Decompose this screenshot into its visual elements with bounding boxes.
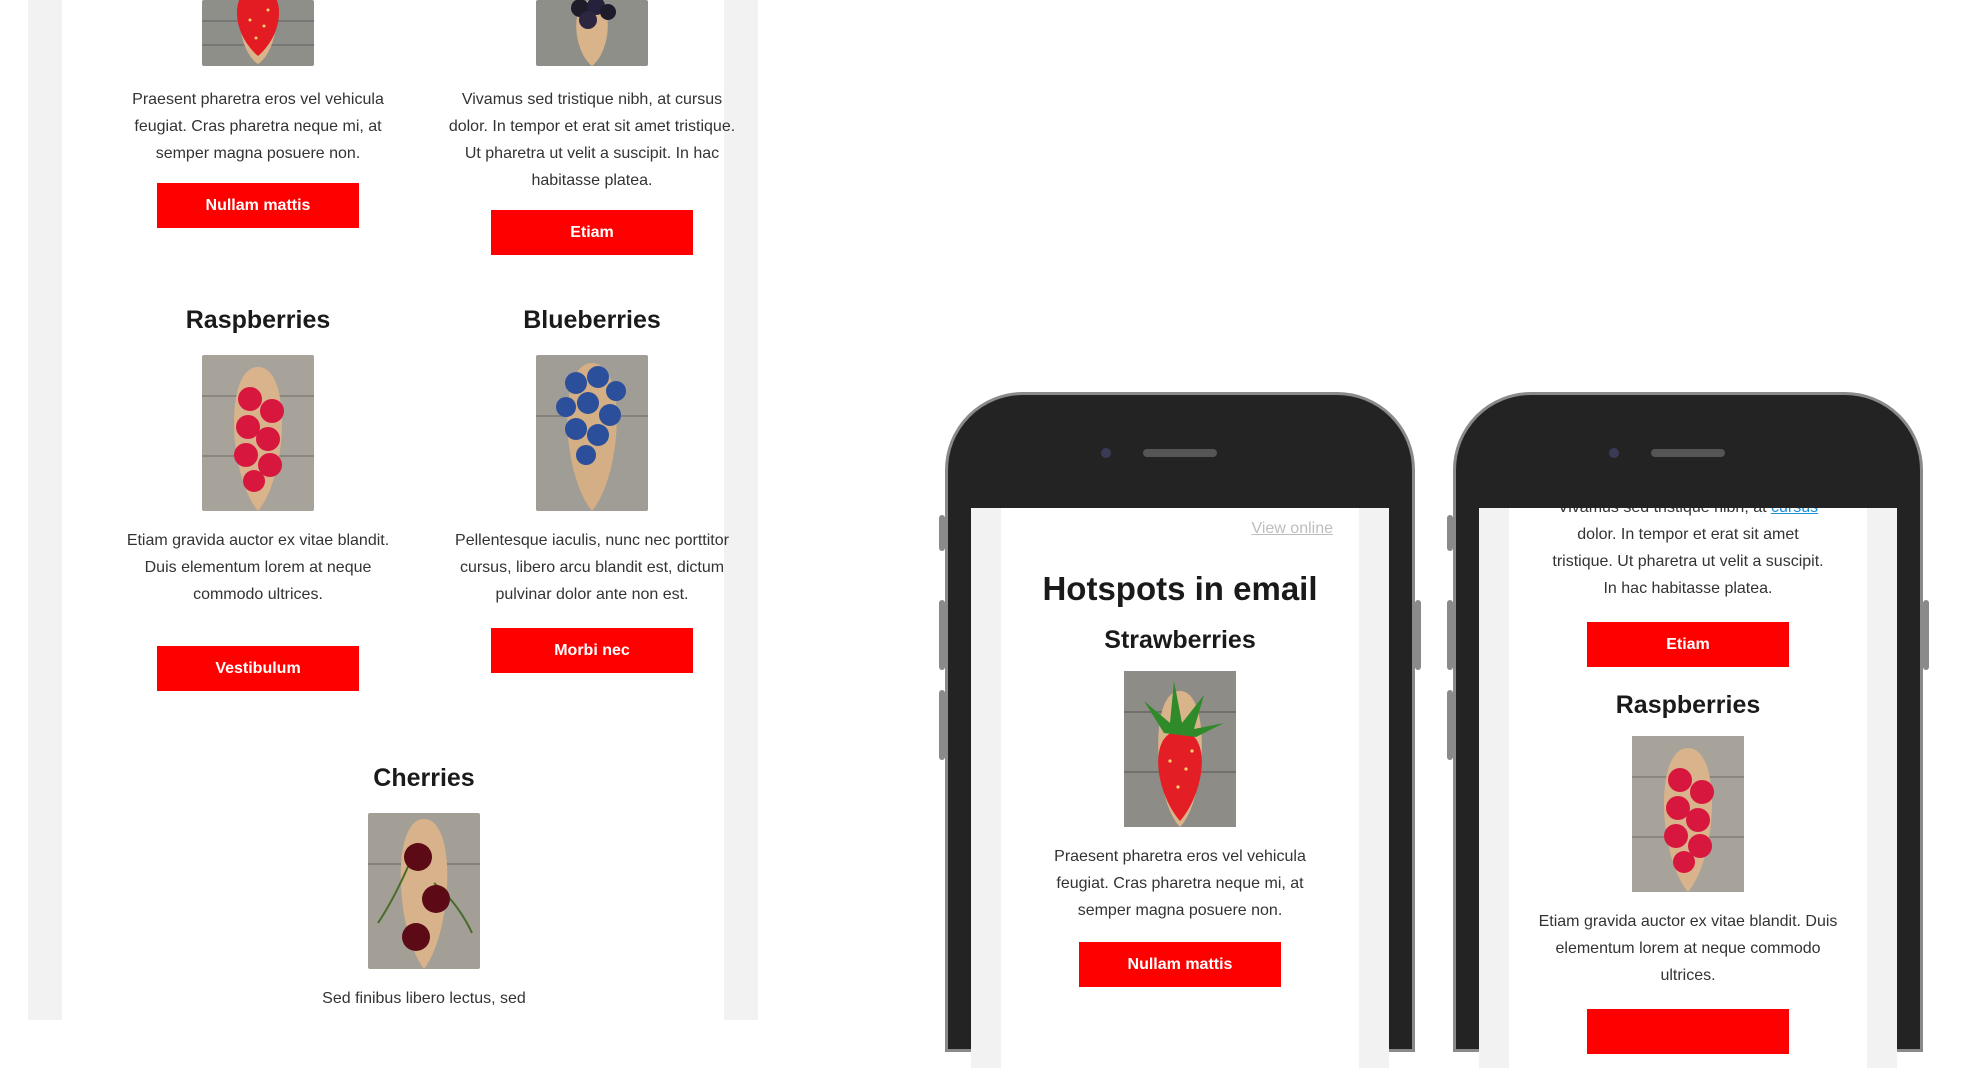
product-description: Vivamus sed tristique nibh, at cursus do…	[448, 91, 736, 189]
product-card-raspberry: Raspberries Etiam gravida auctor ex vita…	[108, 306, 408, 691]
phone-power-button	[1415, 600, 1421, 670]
raspberry-icon	[202, 355, 314, 511]
cherry-icon	[368, 813, 480, 969]
phone-screen: View online Hotspots in email Strawberri…	[971, 508, 1389, 1068]
partial-text-line: Vivamus sed tristique nibh, at cursus	[1509, 508, 1867, 521]
blackberry-icon	[536, 0, 648, 66]
nullam-mattis-button[interactable]: Nullam mattis	[157, 183, 359, 228]
camera-icon	[1101, 448, 1111, 458]
raspberry-image[interactable]	[202, 355, 314, 511]
product-description: Pellentesque iaculis, nunc nec porttitor…	[455, 532, 729, 603]
speaker-icon	[1651, 449, 1725, 457]
product-card-blackberry: Vivamus sed tristique nibh, at cursus do…	[442, 0, 742, 255]
phone-preview-1: View online Hotspots in email Strawberri…	[939, 392, 1421, 1068]
product-title: Strawberries	[1104, 626, 1256, 654]
email-heading: Hotspots in email	[1042, 570, 1318, 607]
mobile-email-body: View online Hotspots in email Strawberri…	[1001, 508, 1359, 1068]
phone-volume-button	[939, 600, 945, 670]
product-description: Sed finibus libero lectus, sed	[322, 990, 526, 1007]
phone-volume-button	[1447, 515, 1453, 551]
product-title: Cherries	[373, 764, 475, 792]
blackberry-image[interactable]	[536, 0, 648, 66]
product-description: Etiam gravida auctor ex vitae blandit. D…	[126, 532, 390, 603]
product-description: dolor. In tempor et erat sit amet tristi…	[1552, 526, 1824, 597]
product-card-blueberry: Blueberries Pellentesque iaculis, nunc n…	[442, 306, 742, 673]
next-button[interactable]	[1587, 1009, 1789, 1054]
raspberry-image[interactable]	[1632, 736, 1744, 892]
phone-volume-button	[1447, 690, 1453, 760]
strawberry-icon	[202, 0, 314, 66]
speaker-icon	[1143, 449, 1217, 457]
blueberry-icon	[536, 355, 648, 511]
strawberry-image[interactable]	[202, 0, 314, 66]
vestibulum-button[interactable]: Vestibulum	[157, 646, 359, 691]
phone-volume-button	[939, 515, 945, 551]
desktop-email-body: Praesent pharetra eros vel vehicula feug…	[62, 0, 735, 1020]
cherry-image[interactable]	[368, 813, 480, 969]
phone-screen: Vivamus sed tristique nibh, at cursus do…	[1479, 508, 1897, 1068]
view-online-link[interactable]: View online	[1251, 520, 1333, 537]
product-description: Praesent pharetra eros vel vehicula feug…	[1054, 848, 1306, 919]
mobile-email-body: Vivamus sed tristique nibh, at cursus do…	[1509, 508, 1867, 1068]
etiam-button[interactable]: Etiam	[491, 210, 693, 255]
product-title: Raspberries	[1615, 691, 1761, 719]
strawberry-image[interactable]	[1124, 671, 1236, 827]
phone-volume-button	[939, 690, 945, 760]
product-title: Blueberries	[523, 306, 661, 334]
product-description: Praesent pharetra eros vel vehicula feug…	[132, 91, 384, 162]
partial-text: Vivamus sed tristique nibh, at	[1558, 508, 1767, 516]
product-card-cherry: Cherries Sed finibus libero lectus, sed	[274, 764, 574, 1012]
product-description: Etiam gravida auctor ex vitae blandit. D…	[1538, 913, 1838, 984]
product-title: Raspberries	[185, 306, 331, 334]
camera-icon	[1609, 448, 1619, 458]
phone-power-button	[1923, 600, 1929, 670]
raspberry-icon	[1632, 736, 1744, 892]
strawberry-icon	[1124, 671, 1236, 827]
desktop-email-preview: Praesent pharetra eros vel vehicula feug…	[28, 0, 758, 1020]
blueberry-image[interactable]	[536, 355, 648, 511]
nullam-mattis-button[interactable]: Nullam mattis	[1079, 942, 1281, 987]
product-card-strawberry: Praesent pharetra eros vel vehicula feug…	[108, 0, 408, 228]
morbi-nec-button[interactable]: Morbi nec	[491, 628, 693, 673]
phone-preview-2: Vivamus sed tristique nibh, at cursus do…	[1447, 392, 1929, 1068]
cursus-link[interactable]: cursus	[1771, 508, 1818, 516]
etiam-button[interactable]: Etiam	[1587, 622, 1789, 667]
phone-volume-button	[1447, 600, 1453, 670]
